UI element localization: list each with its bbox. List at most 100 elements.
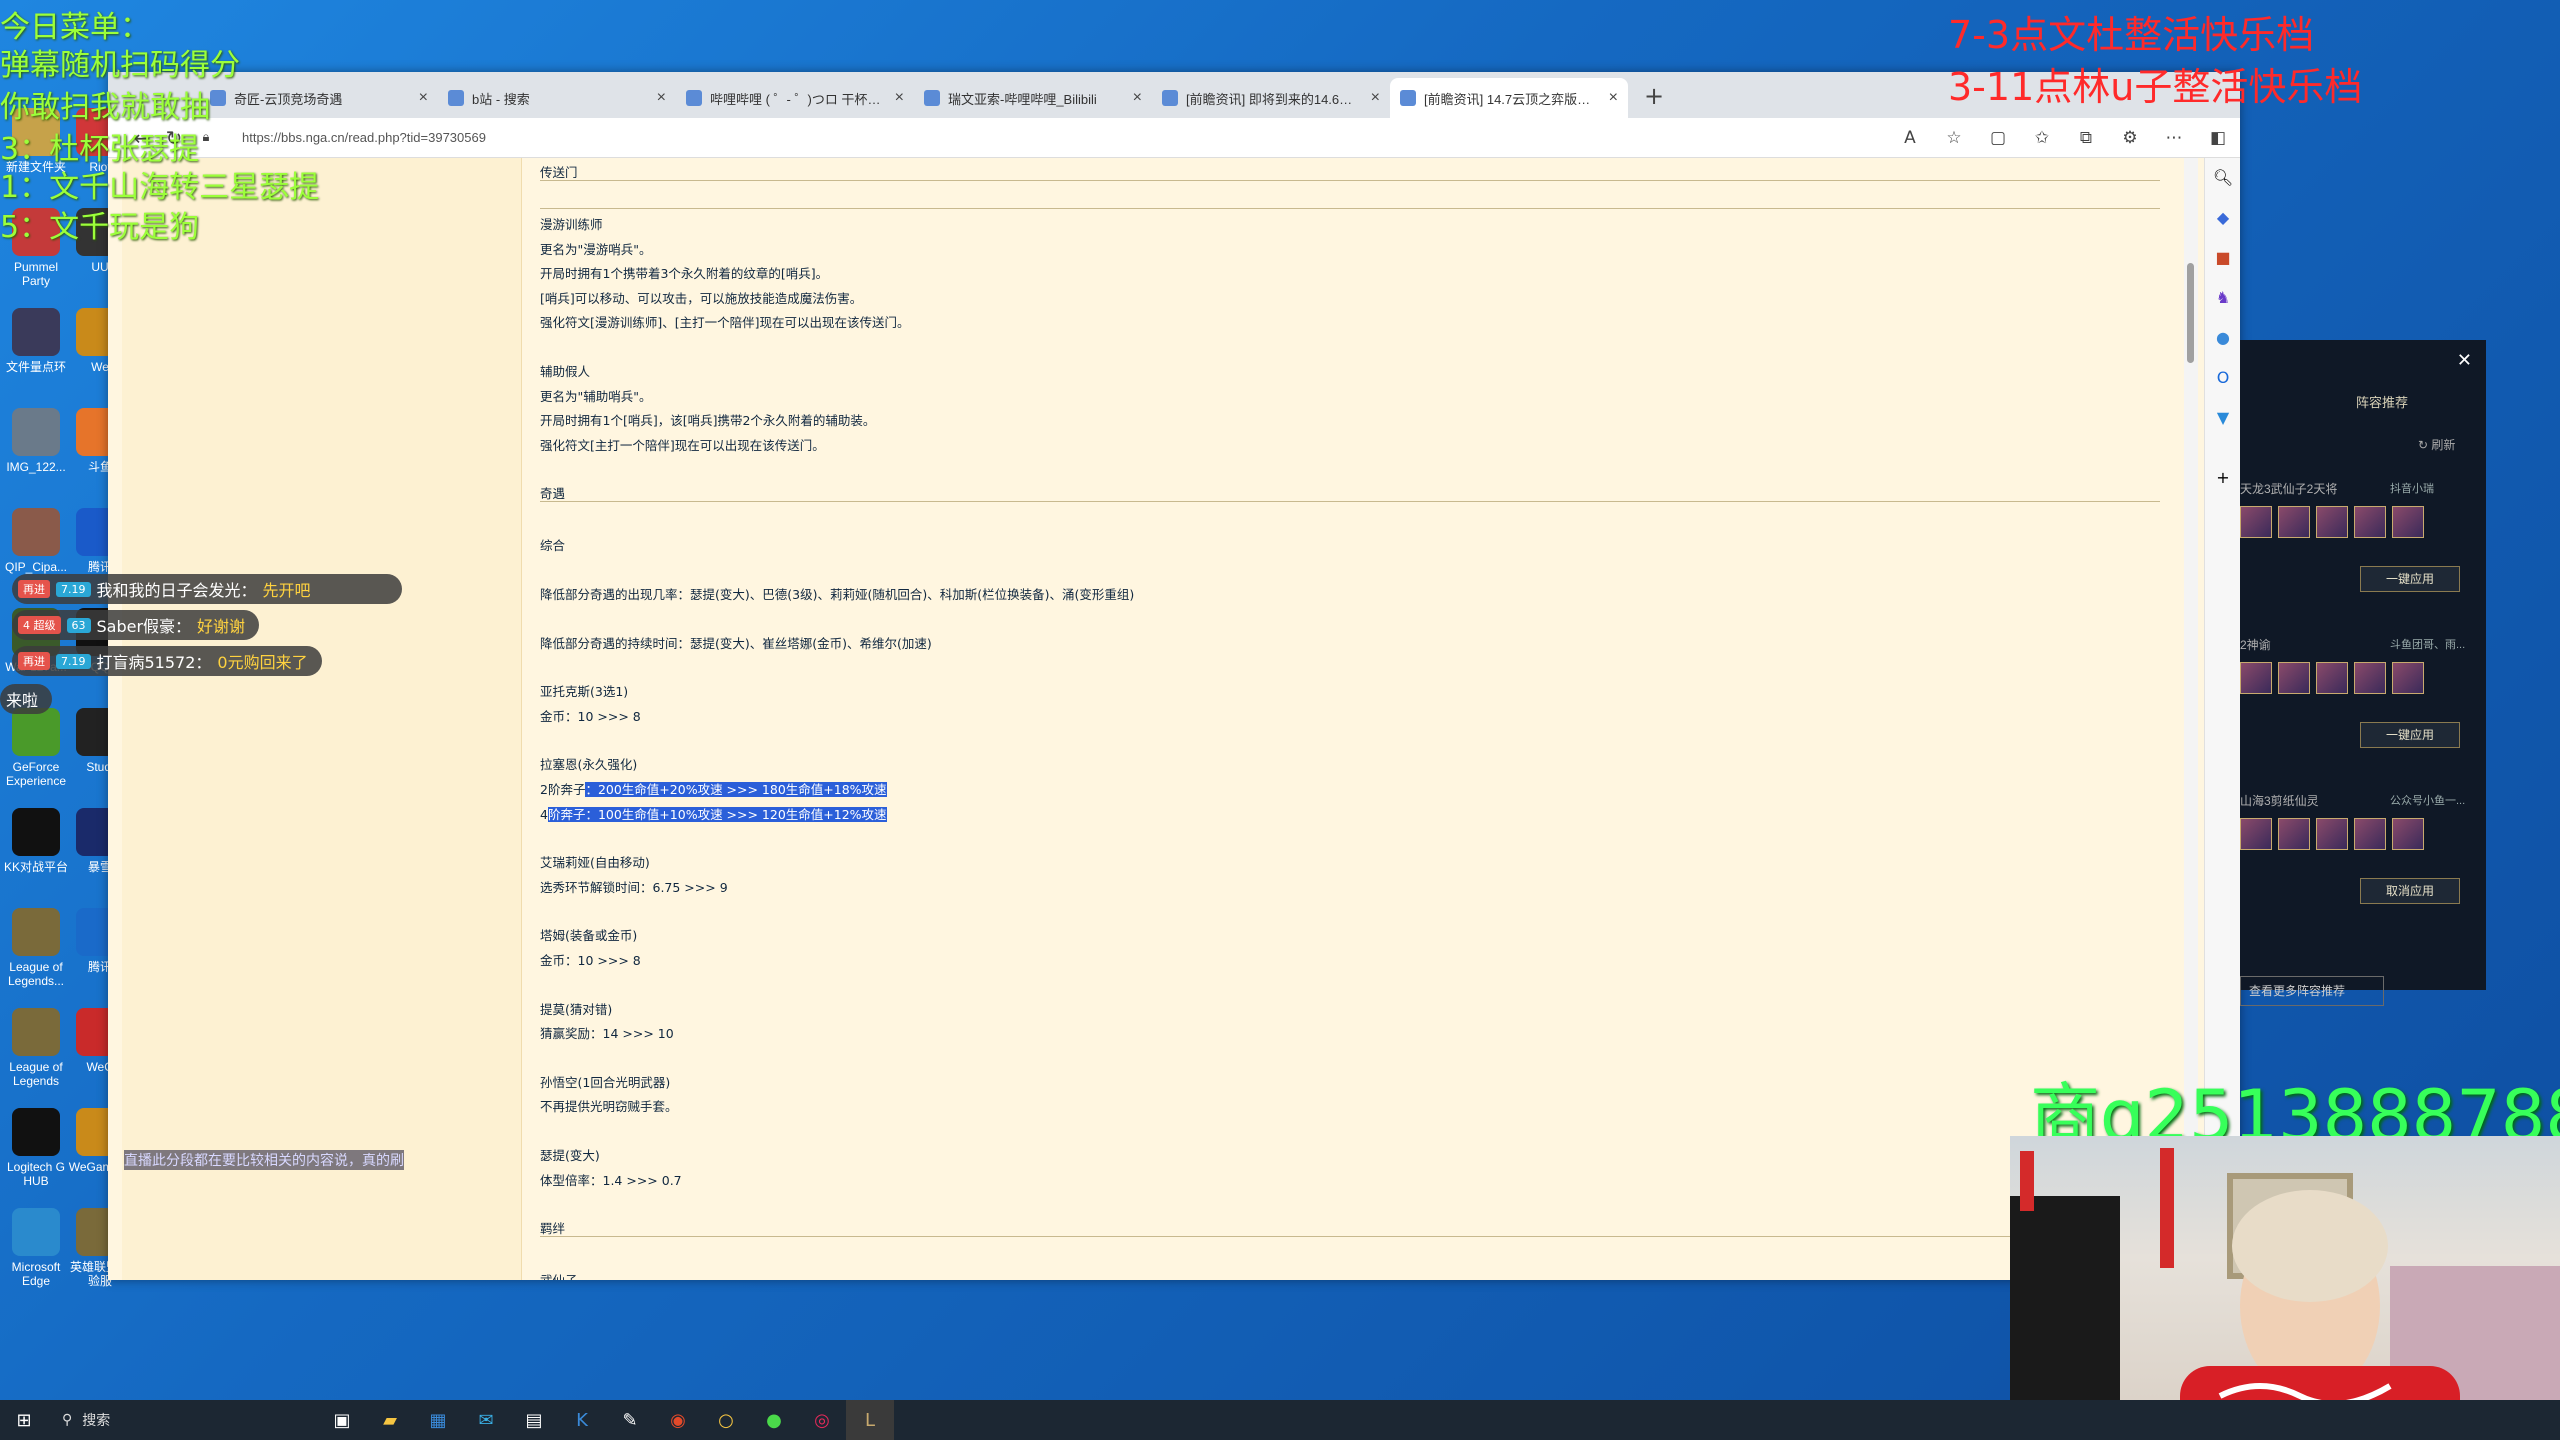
content-line: 金币：10 >>> 8 bbox=[540, 953, 641, 968]
tab-bar: 奇匠-云顶竞场奇遇×b站 - 搜索×哔哩哔哩 ( ゜- ゜)つロ 干杯~-bil… bbox=[108, 72, 2240, 118]
menu-line: 弹幕随机扫码得分 bbox=[0, 48, 240, 83]
browser-tab[interactable]: 瑞文亚索-哔哩哔哩_Bilibili × bbox=[914, 78, 1152, 118]
level-badge: 7.19 bbox=[56, 653, 91, 669]
apply-comp-button[interactable]: 取消应用 bbox=[2360, 878, 2460, 904]
file-explorer-icon[interactable]: ▰ bbox=[366, 1400, 414, 1440]
champion-portrait bbox=[2278, 506, 2310, 538]
desktop-icon[interactable]: QIP_Cipa... bbox=[2, 508, 70, 574]
chat-message: 4 超级 63 Saber假豪： 好谢谢 bbox=[12, 610, 260, 640]
browser-tab[interactable]: b站 - 搜索 × bbox=[438, 78, 676, 118]
app-icon bbox=[12, 908, 60, 956]
search-label: 搜索 bbox=[82, 1413, 111, 1429]
desktop-icon[interactable]: IMG_122... bbox=[2, 408, 70, 474]
more-menu-icon[interactable]: ⋯ bbox=[2152, 128, 2196, 148]
desktop-icon[interactable]: Microsoft Edge bbox=[2, 1208, 70, 1288]
league-app-icon[interactable]: L bbox=[846, 1400, 894, 1440]
tab-label: [前瞻资讯] 即将到来的14.6版本... bbox=[1186, 91, 1363, 107]
close-icon[interactable]: × bbox=[419, 89, 428, 107]
desktop-icon[interactable]: GeForce Experience bbox=[2, 708, 70, 788]
favorite-star-icon[interactable]: ☆ bbox=[1932, 128, 1976, 148]
chat-user: 我和我的日子会发光： bbox=[96, 581, 257, 600]
search-icon[interactable]: 🔍︎ bbox=[2205, 158, 2241, 198]
content-line: 金币：10 >>> 8 bbox=[540, 708, 641, 724]
close-icon[interactable]: × bbox=[657, 89, 666, 107]
desktop-icon[interactable]: Logitech G HUB bbox=[2, 1108, 70, 1188]
start-button[interactable]: ⊞ bbox=[0, 1400, 48, 1440]
desktop-icon-label: 文件量点环 bbox=[5, 360, 66, 374]
close-icon[interactable]: ✕ bbox=[2457, 350, 2472, 371]
browser-tab[interactable]: 奇匠-云顶竞场奇遇 × bbox=[200, 78, 438, 118]
kk-app-icon[interactable]: K bbox=[558, 1400, 606, 1440]
add-icon[interactable]: + bbox=[2205, 458, 2241, 498]
content-line: 体型倍率：1.4 >>> 0.7 bbox=[540, 1172, 682, 1188]
red-app-icon[interactable]: ◎ bbox=[798, 1400, 846, 1440]
copilot-icon[interactable]: ● bbox=[2205, 318, 2241, 358]
tab-favicon-icon bbox=[1400, 90, 1416, 106]
drop-icon[interactable]: ▼ bbox=[2205, 398, 2241, 438]
desktop-icon[interactable]: KK对战平台 bbox=[2, 808, 70, 874]
search-icon: ⚲ bbox=[62, 1412, 73, 1428]
section-divider bbox=[540, 180, 2160, 181]
apply-comp-button[interactable]: 一键应用 bbox=[2360, 722, 2460, 748]
champion-portrait bbox=[2278, 818, 2310, 850]
desktop-icon[interactable]: League of Legends bbox=[2, 1008, 70, 1088]
ring-app-icon[interactable]: ○ bbox=[702, 1400, 750, 1440]
green-app-icon[interactable]: ● bbox=[750, 1400, 798, 1440]
app-icon bbox=[12, 1108, 60, 1156]
more-comps-button[interactable]: 查看更多阵容推荐 bbox=[2240, 976, 2384, 1006]
desktop-icon[interactable]: League of Legends... bbox=[2, 908, 70, 988]
split-screen-icon[interactable]: ▢ bbox=[1976, 128, 2020, 148]
chess-icon[interactable]: ♞ bbox=[2205, 278, 2241, 318]
mail-icon[interactable]: ✉ bbox=[462, 1400, 510, 1440]
chat-user: 来啦 bbox=[6, 691, 39, 710]
browser-tab[interactable]: [前瞻资讯] 14.7云顶之弈版本更新... × bbox=[1390, 78, 1628, 118]
pen-app-icon[interactable]: ✎ bbox=[606, 1400, 654, 1440]
close-icon[interactable]: × bbox=[1609, 89, 1618, 107]
content-line: 猜赢奖励：14 >>> 10 bbox=[540, 1026, 674, 1042]
comp-author: 抖音小瑞 bbox=[2390, 483, 2434, 495]
desktop-icon-label: Logitech G HUB bbox=[6, 1160, 66, 1188]
favorites-icon[interactable]: ✩ bbox=[2020, 128, 2064, 148]
content-line: 不再提供光明窃贼手套。 bbox=[540, 1099, 678, 1115]
browser-tab[interactable]: 哔哩哔哩 ( ゜- ゜)つロ 干杯~-bilibili × bbox=[676, 78, 914, 118]
champion-portrait bbox=[2240, 506, 2272, 538]
refresh-button[interactable]: ↻ 刷新 bbox=[2418, 436, 2455, 453]
desktop-icon[interactable]: 文件量点环 bbox=[2, 308, 70, 374]
champion-portrait bbox=[2392, 506, 2424, 538]
content-line: 武仙子 bbox=[540, 1270, 578, 1280]
tab-favicon-icon bbox=[448, 90, 464, 106]
app-icon bbox=[12, 708, 60, 756]
new-tab-button[interactable]: + bbox=[1644, 82, 1664, 110]
section-divider bbox=[540, 501, 2160, 503]
briefcase-icon[interactable]: ■ bbox=[2205, 238, 2241, 278]
close-icon[interactable]: × bbox=[1133, 89, 1142, 107]
selected-text[interactable]: ：200生命值+20%攻速 >>> 180生命值+18%攻速 bbox=[585, 782, 887, 797]
extensions-icon[interactable]: ⚙ bbox=[2108, 128, 2152, 148]
tag-icon[interactable]: ◆ bbox=[2205, 198, 2241, 238]
browser-tab[interactable]: [前瞻资讯] 即将到来的14.6版本... × bbox=[1152, 78, 1390, 118]
apply-comp-button[interactable]: 一键应用 bbox=[2360, 566, 2460, 592]
content-line: 4阶奔子：100生命值+10%攻速 >>> 120生命值+12%攻速 bbox=[540, 804, 887, 823]
browser-window: 奇匠-云顶竞场奇遇×b站 - 搜索×哔哩哔哩 ( ゜- ゜)つロ 干杯~-bil… bbox=[108, 72, 2240, 1280]
chat-user: Saber假豪： bbox=[96, 617, 192, 636]
notepad-icon[interactable]: ▤ bbox=[510, 1400, 558, 1440]
outlook-icon[interactable]: O bbox=[2205, 358, 2241, 398]
scrollbar-thumb[interactable] bbox=[2187, 263, 2194, 363]
collections-icon[interactable]: ⧉ bbox=[2064, 128, 2108, 148]
game-app-icon[interactable]: ◉ bbox=[654, 1400, 702, 1440]
selected-text[interactable]: 阶奔子：100生命值+10%攻速 >>> 120生命值+12%攻速 bbox=[547, 806, 887, 822]
desktop-icon-label: IMG_122... bbox=[6, 460, 66, 474]
task-view-icon[interactable]: ▣ bbox=[318, 1400, 366, 1440]
app-icon bbox=[12, 1008, 60, 1056]
level-badge: 63 bbox=[66, 617, 91, 633]
store-icon[interactable]: ▦ bbox=[414, 1400, 462, 1440]
read-aloud-icon[interactable]: A bbox=[1888, 128, 1932, 148]
close-icon[interactable]: × bbox=[895, 89, 904, 107]
taskbar-search[interactable]: ⚲ 搜索 bbox=[48, 1410, 318, 1430]
content-line: 综合 bbox=[540, 538, 566, 554]
url-field[interactable]: https://bbs.nga.cn/read.php?tid=39730569 bbox=[242, 130, 1888, 145]
content-line: [哨兵]可以移动、可以攻击，可以施放技能造成魔法伤害。 bbox=[540, 290, 863, 306]
sidebar-toggle-icon[interactable]: ◧ bbox=[2196, 128, 2240, 148]
close-icon[interactable]: × bbox=[1371, 89, 1380, 107]
comp-recommend-panel: ✕ 阵容推荐 ↻ 刷新 天龙3武仙子2天将 抖音小瑞 一键应用 2神谕 斗鱼团哥、雨..… bbox=[2240, 340, 2486, 1006]
